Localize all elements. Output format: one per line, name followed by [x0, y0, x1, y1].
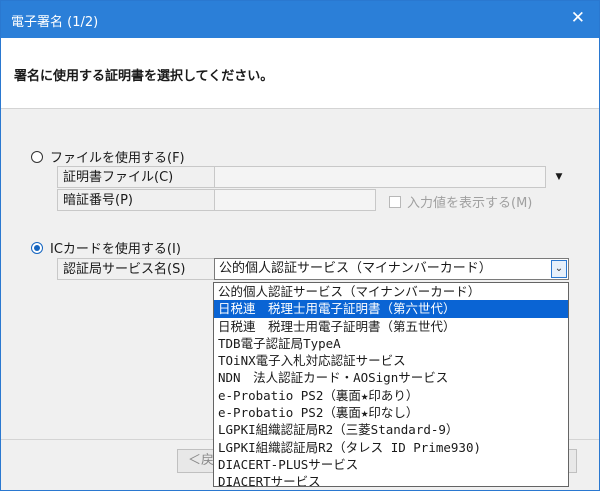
dropdown-option[interactable]: e-Probatio PS2（裏面★印なし） [214, 404, 568, 421]
dropdown-option[interactable]: NDN 法人認証カード・AOSignサービス [214, 369, 568, 386]
show-input-label: 入力値を表示する(M) [407, 196, 533, 211]
close-icon[interactable]: ✕ [571, 8, 585, 28]
dropdown-option[interactable]: LGPKI組織認証局R2（三菱Standard-9） [214, 421, 568, 438]
radio-file-circle[interactable] [31, 150, 43, 163]
dropdown-option[interactable]: LGPKI組織認証局R2（タレス ID Prime930) [214, 439, 568, 456]
radio-use-ic-card[interactable]: ICカードを使用する(I) [31, 238, 181, 257]
dropdown-option[interactable]: DIACERT-PLUSサービス [214, 456, 568, 473]
dropdown-option[interactable]: e-Probatio PS2（裏面★印あり） [214, 387, 568, 404]
pin-input[interactable] [214, 189, 376, 211]
dropdown-option[interactable]: DIACERTサービス [214, 473, 568, 486]
radio-ic-circle[interactable] [31, 241, 43, 254]
radio-use-file[interactable]: ファイルを使用する(F) [31, 147, 185, 166]
dropdown-option[interactable]: 公的個人認証サービス（マイナンバーカード） [214, 283, 568, 300]
service-selected-value: 公的個人認証サービス（マイナンバーカード） [219, 261, 492, 276]
dropdown-option[interactable]: 日税連 税理士用電子証明書（第六世代） [214, 300, 568, 318]
show-input-checkbox-row[interactable]: 入力値を表示する(M) [389, 192, 532, 211]
dropdown-option[interactable]: TOiNX電子入札対応認証サービス [214, 352, 568, 369]
service-name-combobox[interactable]: 公的個人認証サービス（マイナンバーカード） ⌄ [214, 258, 569, 280]
dropdown-option[interactable]: TDB電子認証局TypeA [214, 335, 568, 352]
show-input-checkbox[interactable] [389, 195, 401, 208]
title-bar: 電子署名 (1/2) ✕ [1, 1, 599, 38]
service-name-label: 認証局サービス名(S) [57, 258, 215, 280]
pin-label: 暗証番号(P) [57, 189, 215, 211]
electronic-signature-dialog: 電子署名 (1/2) ✕ 署名に使用する証明書を選択してください。 ファイルを使… [0, 0, 600, 491]
window-title: 電子署名 (1/2) [11, 15, 99, 30]
cert-file-input[interactable] [214, 166, 546, 188]
service-dropdown-list[interactable]: 公的個人認証サービス（マイナンバーカード） 日税連 税理士用電子証明書（第六世代）… [213, 282, 569, 487]
radio-ic-label: ICカードを使用する(I) [50, 242, 181, 257]
dropdown-option[interactable]: 日税連 税理士用電子証明書（第五世代） [214, 318, 568, 335]
cert-file-dropdown-icon[interactable]: ▼ [549, 167, 569, 187]
cert-file-label: 証明書ファイル(C) [57, 166, 215, 188]
instruction-panel: 署名に使用する証明書を選択してください。 [1, 38, 599, 109]
radio-file-label: ファイルを使用する(F) [50, 151, 185, 166]
instruction-text: 署名に使用する証明書を選択してください。 [14, 69, 274, 84]
chevron-down-icon[interactable]: ⌄ [551, 260, 567, 278]
